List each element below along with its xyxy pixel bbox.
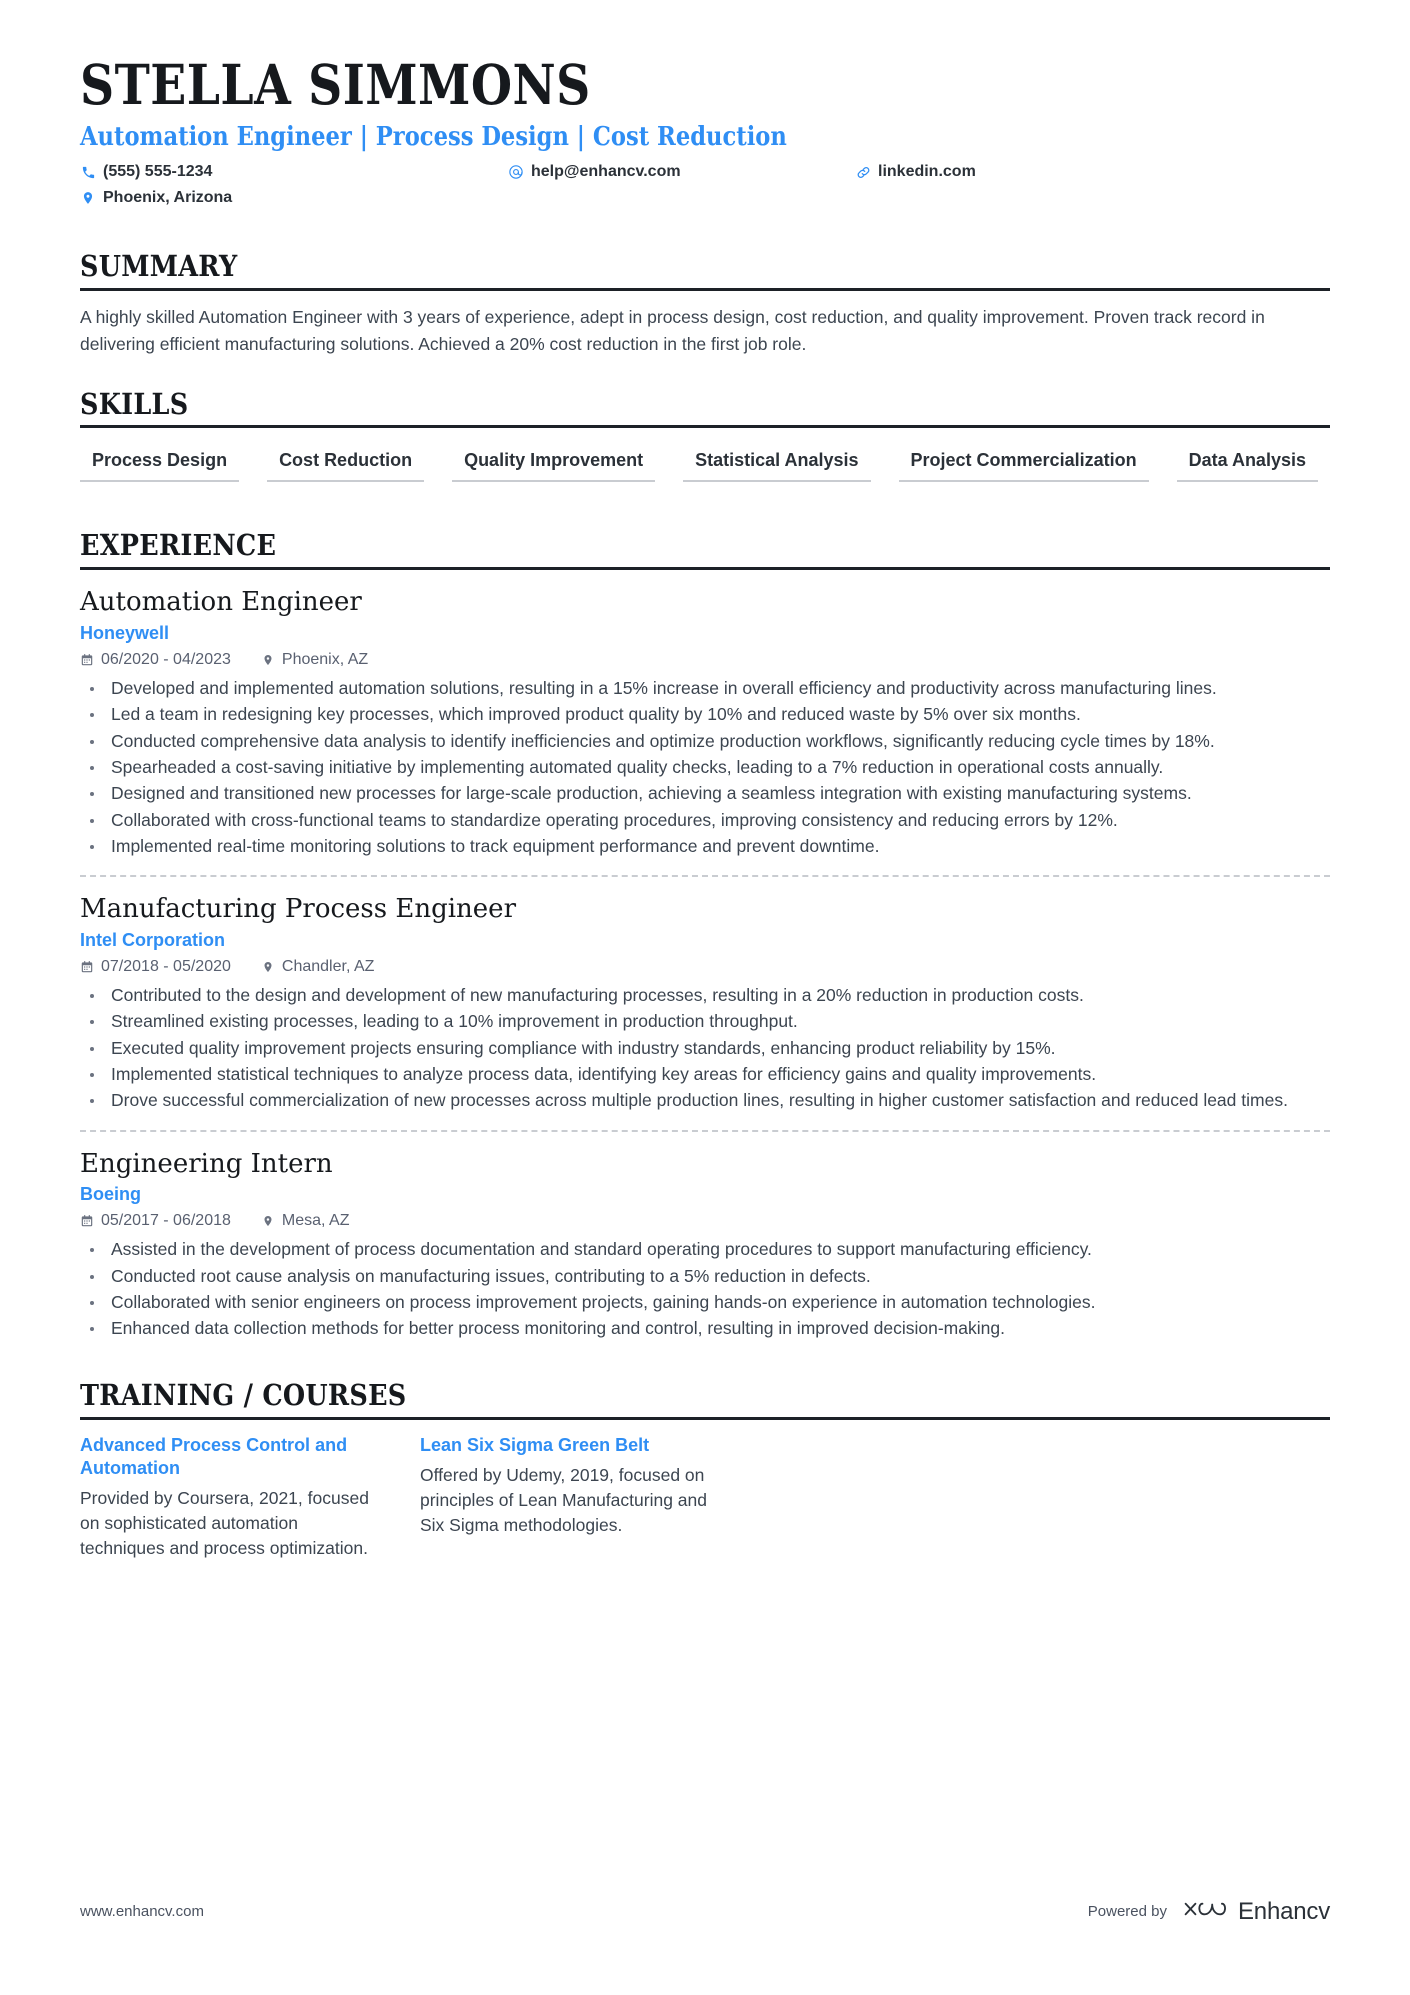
resume-page: STELLA SIMMONS Automation Engineer | Pro… (0, 0, 1410, 1995)
job-bullet: Drove successful commercialization of ne… (80, 1088, 1330, 1113)
candidate-tagline: Automation Engineer | Process Design | C… (80, 122, 787, 153)
job-bullets: Developed and implemented automation sol… (80, 676, 1330, 860)
contact-location-text: Phoenix, Arizona (103, 189, 233, 207)
contact-phone[interactable]: (555) 555-1234 (80, 163, 212, 181)
section-summary: SUMMARY A highly skilled Automation Engi… (80, 249, 1330, 358)
job-bullet: Collaborated with cross-functional teams… (80, 808, 1330, 833)
job-meta: 05/2017 - 06/2018 Mesa, AZ (80, 1212, 1330, 1230)
experience-entry: Automation Engineer Honeywell 06/2020 - 04… (80, 570, 1330, 859)
skill-tag: Project Commercialization (898, 446, 1149, 483)
enhancv-logo: Enhancv (1183, 1896, 1330, 1927)
job-title: Engineering Intern (80, 1148, 333, 1179)
skill-tag: Statistical Analysis (683, 446, 871, 483)
job-bullets: Assisted in the development of process d… (80, 1237, 1330, 1342)
job-bullet: Streamlined existing processes, leading … (80, 1009, 1330, 1034)
training-list: Advanced Process Control and Automation P… (80, 1434, 1330, 1561)
contact-linkedin-text: linkedin.com (878, 163, 976, 181)
section-rule (80, 1416, 1330, 1420)
job-bullets: Contributed to the design and developmen… (80, 983, 1330, 1114)
contact-linkedin[interactable]: linkedin.com (855, 163, 976, 181)
job-company[interactable]: Boeing (80, 1184, 1330, 1205)
job-location: Chandler, AZ (281, 957, 375, 975)
section-rule (80, 288, 1330, 292)
job-bullet: Implemented statistical techniques to an… (80, 1062, 1330, 1087)
contact-location: Phoenix, Arizona (80, 189, 232, 207)
footer-url[interactable]: www.enhancv.com (80, 1903, 204, 1920)
skill-tag: Cost Reduction (267, 446, 425, 483)
job-company[interactable]: Intel Corporation (80, 930, 1330, 951)
job-bullet: Conducted comprehensive data analysis to… (80, 729, 1330, 754)
job-dates: 05/2017 - 06/2018 (101, 1212, 231, 1230)
job-meta: 06/2020 - 04/2023 Phoenix, AZ (80, 651, 1330, 669)
job-dates: 07/2018 - 05/2020 (101, 957, 231, 975)
section-rule (80, 425, 1330, 429)
powered-by-label: Powered by (1087, 1903, 1167, 1920)
training-description: Provided by Coursera, 2021, focused on s… (80, 1488, 369, 1559)
job-bullet: Contributed to the design and developmen… (80, 983, 1330, 1008)
calendar-icon (80, 960, 94, 974)
section-title-training: TRAINING / COURSES (80, 1377, 407, 1412)
job-bullet: Conducted root cause analysis on manufac… (80, 1264, 1330, 1289)
training-entry: Lean Six Sigma Green Belt Offered by Udem… (420, 1434, 760, 1561)
job-bullet: Implemented real-time monitoring solutio… (80, 834, 1330, 859)
training-description: Offered by Udemy, 2019, focused on princ… (420, 1465, 707, 1535)
skill-tag: Data Analysis (1176, 446, 1318, 483)
job-bullet: Enhanced data collection methods for bet… (80, 1316, 1330, 1341)
footer-branding: Powered by Enhancv (1088, 1896, 1330, 1927)
location-pin-icon (261, 1214, 275, 1228)
location-pin-icon (261, 653, 275, 667)
section-training: TRAINING / COURSES Advanced Process Cont… (80, 1377, 1330, 1561)
candidate-name: STELLA SIMMONS (80, 52, 591, 117)
page-footer: www.enhancv.com Powered by Enhancv (80, 1896, 1330, 1927)
enhancv-wordmark: Enhancv (1238, 1897, 1330, 1925)
job-dates: 06/2020 - 04/2023 (101, 650, 231, 668)
job-location: Phoenix, AZ (281, 650, 369, 668)
section-title-skills: SKILLS (80, 386, 189, 421)
experience-entry: Engineering Intern Boeing 05/2017 - 06/201… (80, 1132, 1330, 1342)
link-icon (855, 164, 871, 180)
location-pin-icon (80, 190, 96, 206)
training-entry: Advanced Process Control and Automation P… (80, 1434, 420, 1561)
enhancv-mark-icon (1183, 1896, 1229, 1927)
calendar-icon (80, 1214, 94, 1228)
contact-email[interactable]: help@enhancv.com (508, 163, 681, 181)
summary-text: A highly skilled Automation Engineer wit… (80, 307, 1265, 355)
job-bullet: Collaborated with senior engineers on pr… (80, 1290, 1330, 1315)
skills-list: Process Design Cost Reduction Quality Impr… (80, 446, 1330, 500)
training-title[interactable]: Advanced Process Control and Automation (80, 1434, 385, 1481)
training-title[interactable]: Lean Six Sigma Green Belt (420, 1434, 725, 1457)
section-title-summary: SUMMARY (80, 249, 238, 284)
skill-tag: Process Design (80, 446, 240, 483)
job-bullet: Designed and transitioned new processes … (80, 781, 1330, 806)
resume-header: STELLA SIMMONS Automation Engineer | Pro… (80, 55, 1330, 221)
job-bullet: Executed quality improvement projects en… (80, 1036, 1330, 1061)
job-bullet: Developed and implemented automation sol… (80, 676, 1330, 701)
section-experience: EXPERIENCE Automation Engineer Honeywell 0… (80, 530, 1330, 1341)
job-title: Automation Engineer (80, 587, 362, 618)
job-bullet: Spearheaded a cost-saving initiative by … (80, 755, 1330, 780)
experience-list: Automation Engineer Honeywell 06/2020 - 04… (80, 570, 1330, 1342)
contact-info: (555) 555-1234 help@enhancv.com linkedin… (80, 163, 1330, 221)
job-title: Manufacturing Process Engineer (80, 894, 516, 925)
calendar-icon (80, 653, 94, 667)
experience-entry: Manufacturing Process Engineer Intel Corp… (80, 877, 1330, 1113)
skill-tag: Quality Improvement (452, 446, 656, 483)
job-company[interactable]: Honeywell (80, 623, 1330, 644)
contact-phone-text: (555) 555-1234 (103, 163, 213, 181)
job-bullet: Assisted in the development of process d… (80, 1237, 1330, 1262)
job-meta: 07/2018 - 05/2020 Chandler, AZ (80, 958, 1330, 976)
at-icon (508, 164, 524, 180)
phone-icon (80, 164, 96, 180)
location-pin-icon (261, 960, 275, 974)
job-location: Mesa, AZ (281, 1212, 350, 1230)
section-skills: SKILLS Process Design Cost Reduction Quali… (80, 386, 1330, 501)
contact-email-text: help@enhancv.com (531, 163, 681, 181)
section-title-experience: EXPERIENCE (80, 528, 277, 563)
job-bullet: Led a team in redesigning key processes,… (80, 702, 1330, 727)
